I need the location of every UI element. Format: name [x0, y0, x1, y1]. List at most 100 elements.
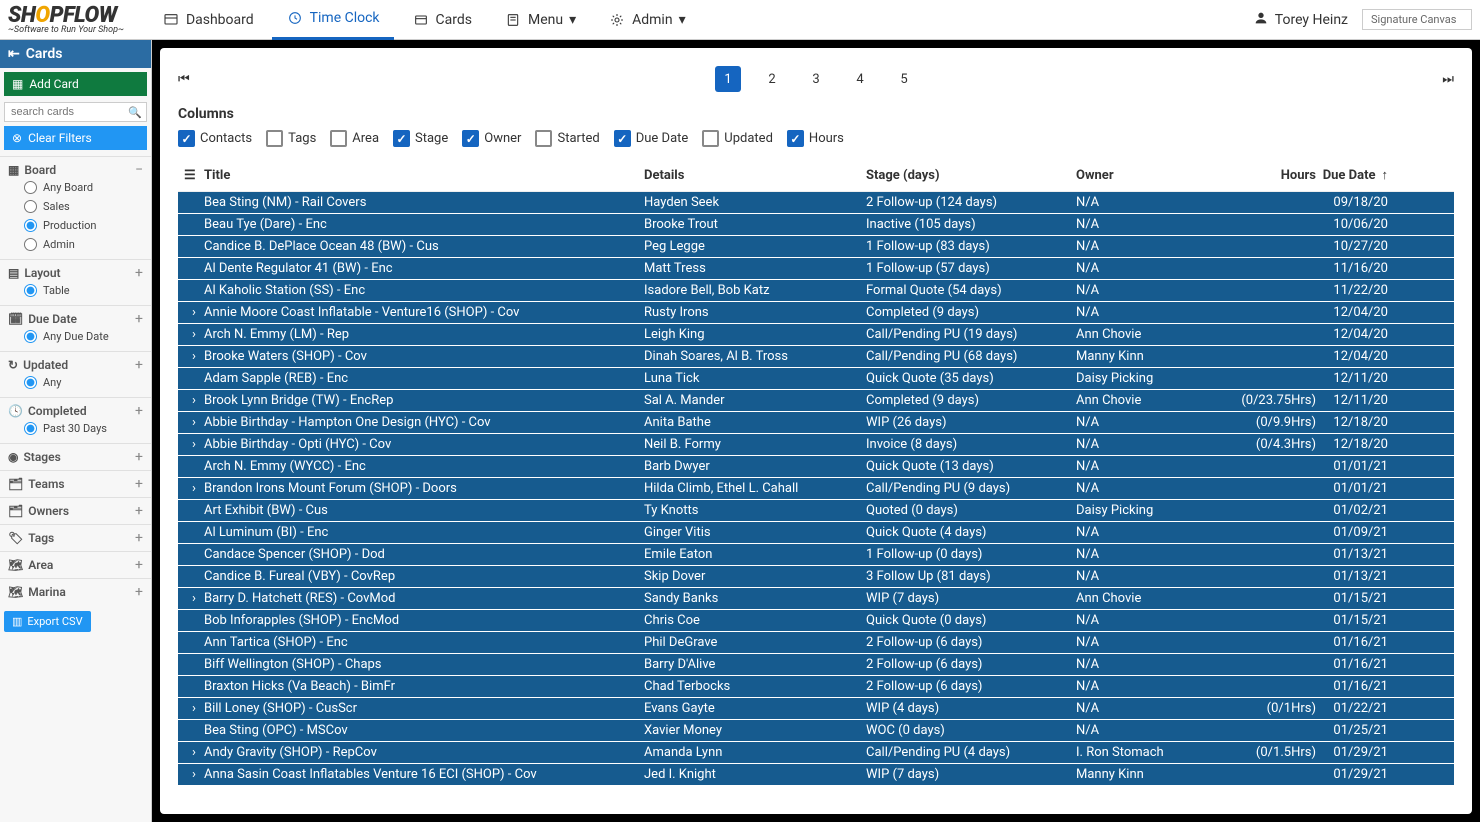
- filter-stages-head[interactable]: ◉Stages +: [8, 449, 143, 465]
- table-row[interactable]: Bea Sting (NM) - Rail CoversHayden Seek2…: [178, 192, 1454, 214]
- expand-icon[interactable]: ›: [184, 701, 204, 716]
- toggle-owner[interactable]: Owner: [462, 130, 521, 147]
- header-hours[interactable]: Hours: [1226, 168, 1316, 183]
- filter-owners-head[interactable]: 🗂Owners +: [8, 503, 143, 519]
- table-row[interactable]: Arch N. Emmy (WYCC) - EncBarb DwyerQuick…: [178, 456, 1454, 478]
- page-last[interactable]: ⏭: [1442, 72, 1454, 87]
- stages-icon: ◉: [8, 450, 18, 464]
- nav-admin[interactable]: Admin ▾: [594, 0, 699, 40]
- search-cards: 🔍: [4, 102, 147, 122]
- radio-option[interactable]: Admin: [8, 235, 143, 254]
- expand-icon[interactable]: ›: [184, 327, 204, 342]
- radio-option[interactable]: Table: [8, 281, 143, 300]
- toggle-updated[interactable]: Updated: [702, 130, 773, 147]
- export-csv-button[interactable]: ▥ Export CSV: [4, 611, 91, 632]
- table-row[interactable]: Braxton Hicks (Va Beach) - BimFrChad Ter…: [178, 676, 1454, 698]
- table-row[interactable]: Al Luminum (BI) - EncGinger VitisQuick Q…: [178, 522, 1454, 544]
- toggle-started[interactable]: Started: [535, 130, 599, 147]
- expand-icon[interactable]: ›: [184, 415, 204, 430]
- table-row[interactable]: Ann Tartica (SHOP) - EncPhil DeGrave2 Fo…: [178, 632, 1454, 654]
- filter-marina-head[interactable]: 🗺Marina +: [8, 584, 143, 600]
- table-row[interactable]: Candice B. DePlace Ocean 48 (BW) - CusPe…: [178, 236, 1454, 258]
- expand-icon[interactable]: ›: [184, 767, 204, 782]
- table-row[interactable]: Candice B. Fureal (VBY) - CovRepSkip Dov…: [178, 566, 1454, 588]
- radio-option[interactable]: Any Due Date: [8, 327, 143, 346]
- header-title[interactable]: Title: [204, 168, 644, 183]
- radio-option[interactable]: Past 30 Days: [8, 419, 143, 438]
- chevron-down-icon: ▾: [679, 12, 686, 28]
- radio-option[interactable]: Production: [8, 216, 143, 235]
- checkbox-icon: [787, 130, 804, 147]
- table-row[interactable]: Bob Inforapples (SHOP) - EncModChris Coe…: [178, 610, 1454, 632]
- header-details[interactable]: Details: [644, 168, 866, 183]
- clear-filters-button[interactable]: ⊗ Clear Filters: [4, 126, 147, 150]
- expand-icon[interactable]: ›: [184, 745, 204, 760]
- expand-icon[interactable]: ›: [184, 393, 204, 408]
- table-row[interactable]: Bea Sting (OPC) - MSCovXavier MoneyWOC (…: [178, 720, 1454, 742]
- user-menu[interactable]: Torey Heinz: [1253, 10, 1348, 30]
- filter-area-head[interactable]: 🗺Area +: [8, 557, 143, 573]
- toggle-hours[interactable]: Hours: [787, 130, 844, 147]
- table-row[interactable]: ›Abbie Birthday - Opti (HYC) - CovNeil B…: [178, 434, 1454, 456]
- page-first[interactable]: ⏮: [178, 72, 190, 87]
- expand-icon[interactable]: ›: [184, 437, 204, 452]
- table-row[interactable]: Beau Tye (Dare) - EncBrooke TroutInactiv…: [178, 214, 1454, 236]
- page-1[interactable]: 1: [715, 66, 741, 92]
- radio-option[interactable]: Sales: [8, 197, 143, 216]
- expand-icon[interactable]: ›: [184, 349, 204, 364]
- page-5[interactable]: 5: [891, 66, 917, 92]
- add-card-button[interactable]: ▦ Add Card: [4, 72, 147, 96]
- nav-menu[interactable]: Menu ▾: [490, 0, 590, 40]
- header-owner[interactable]: Owner: [1076, 168, 1226, 183]
- table-row[interactable]: ›Barry D. Hatchett (RES) - CovModSandy B…: [178, 588, 1454, 610]
- table-row[interactable]: ›Annie Moore Coast Inflatable - Venture1…: [178, 302, 1454, 324]
- radio-option[interactable]: Any Board: [8, 178, 143, 197]
- expand-icon[interactable]: ›: [184, 591, 204, 606]
- table-row[interactable]: ›Brook Lynn Bridge (TW) - EncRepSal A. M…: [178, 390, 1454, 412]
- expand-icon[interactable]: ›: [184, 481, 204, 496]
- header-stage[interactable]: Stage (days): [866, 168, 1076, 183]
- toggle-tags[interactable]: Tags: [266, 130, 316, 147]
- table-row[interactable]: ›Brandon Irons Mount Forum (SHOP) - Door…: [178, 478, 1454, 500]
- table-row[interactable]: ›Brooke Waters (SHOP) - CovDinah Soares,…: [178, 346, 1454, 368]
- table-row[interactable]: Adam Sapple (REB) - EncLuna TickQuick Qu…: [178, 368, 1454, 390]
- table-row[interactable]: Candace Spencer (SHOP) - DodEmile Eaton1…: [178, 544, 1454, 566]
- table-row[interactable]: ›Bill Loney (SHOP) - CusScrEvans GayteWI…: [178, 698, 1454, 720]
- page-4[interactable]: 4: [847, 66, 873, 92]
- cell-owner: N/A: [1076, 723, 1226, 738]
- table-row[interactable]: Al Kaholic Station (SS) - EncIsadore Bel…: [178, 280, 1454, 302]
- page-2[interactable]: 2: [759, 66, 785, 92]
- filter-board-head[interactable]: ▦Board −: [8, 162, 143, 178]
- cell-due: 12/04/20: [1316, 305, 1394, 320]
- filter-teams-head[interactable]: 🗂Teams +: [8, 476, 143, 492]
- filter-tags-head[interactable]: 🏷Tags +: [8, 530, 143, 546]
- table-row[interactable]: Biff Wellington (SHOP) - ChapsBarry D'Al…: [178, 654, 1454, 676]
- table-row[interactable]: ›Anna Sasin Coast Inflatables Venture 16…: [178, 764, 1454, 786]
- toggle-contacts[interactable]: Contacts: [178, 130, 252, 147]
- table-row[interactable]: ›Arch N. Emmy (LM) - RepLeigh KingCall/P…: [178, 324, 1454, 346]
- filter-updated-head[interactable]: ↻Updated +: [8, 357, 143, 373]
- nav-cards[interactable]: Cards: [398, 0, 486, 40]
- toggle-stage[interactable]: Stage: [393, 130, 448, 147]
- table-row[interactable]: Al Dente Regulator 41 (BW) - EncMatt Tre…: [178, 258, 1454, 280]
- cell-title: Bob Inforapples (SHOP) - EncMod: [204, 613, 644, 628]
- nav-dashboard[interactable]: Dashboard: [148, 0, 268, 40]
- filter-completed-head[interactable]: 🕓Completed +: [8, 403, 143, 419]
- sidebar-header[interactable]: ⇤ Cards: [0, 40, 151, 68]
- toggle-area[interactable]: Area: [330, 130, 379, 147]
- table-row[interactable]: ›Abbie Birthday - Hampton One Design (HY…: [178, 412, 1454, 434]
- table-row[interactable]: ›Andy Gravity (SHOP) - RepCovAmanda Lynn…: [178, 742, 1454, 764]
- cell-details: Neil B. Formy: [644, 437, 866, 452]
- search-input[interactable]: [4, 102, 147, 122]
- pagination: ⏮ 12345 ⏭: [178, 58, 1454, 106]
- table-row[interactable]: Art Exhibit (BW) - CusTy KnottsQuoted (0…: [178, 500, 1454, 522]
- page-3[interactable]: 3: [803, 66, 829, 92]
- expand-icon[interactable]: ›: [184, 305, 204, 320]
- filter-due-date-head[interactable]: 🗓Due Date +: [8, 311, 143, 327]
- header-due-date[interactable]: Due Date↑: [1316, 167, 1394, 183]
- radio-option[interactable]: Any: [8, 373, 143, 392]
- filter-layout-head[interactable]: ▤Layout +: [8, 265, 143, 281]
- nav-time-clock[interactable]: Time Clock: [272, 0, 394, 40]
- signature-canvas[interactable]: Signature Canvas: [1362, 9, 1472, 30]
- toggle-due-date[interactable]: Due Date: [614, 130, 689, 147]
